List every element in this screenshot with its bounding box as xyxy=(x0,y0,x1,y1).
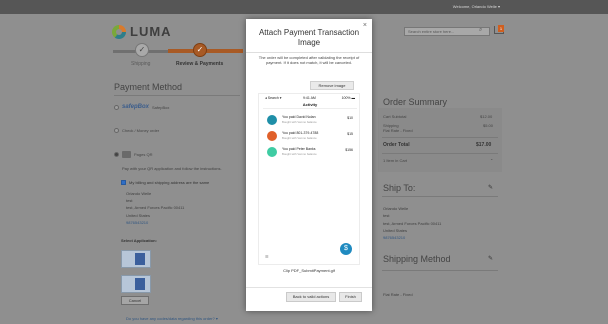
step-shipping-check-icon[interactable]: ✓ xyxy=(135,43,149,57)
transaction-amount: $15 xyxy=(347,132,353,136)
phone-link[interactable]: 9876543210 xyxy=(126,219,184,226)
radio-safepbox[interactable] xyxy=(114,104,119,110)
logo-text: LUMA xyxy=(130,24,172,39)
status-time: 9:41 AM xyxy=(303,96,316,100)
payment-option-safepbox[interactable]: safepBox SafepBox xyxy=(114,104,169,110)
divider xyxy=(382,137,498,138)
edit-shipping-method-icon[interactable]: ✎ xyxy=(488,255,493,262)
step-shipping-label[interactable]: Shipping xyxy=(131,61,150,67)
divider xyxy=(263,108,357,109)
chevron-down-icon[interactable]: ⌄ xyxy=(490,156,493,161)
modal-description: The order will be completed after valida… xyxy=(258,55,360,66)
payment-option-label: Pages QR xyxy=(134,152,153,157)
transaction-name: You paid David Nolan xyxy=(282,115,316,119)
divider xyxy=(382,196,498,197)
same-address-checkbox[interactable]: My billing and shipping address are the … xyxy=(121,180,209,185)
address-line: test xyxy=(126,198,133,204)
checkbox-checked[interactable] xyxy=(121,180,126,185)
shipping-method-value: Flat Rate - Fixed xyxy=(383,292,413,297)
transaction-row: You paid Peter Banks Bought with Venmo b… xyxy=(265,146,357,159)
back-button[interactable]: Back to valid actions xyxy=(286,292,336,302)
phone-status-bar: ◂ Search ▾ 9:41 AM 100% ▬ xyxy=(259,96,361,101)
address-line: test, Armed Forces Pacific 00411 xyxy=(383,220,442,226)
payment-option-pagesqr[interactable]: Pages QR xyxy=(114,151,152,158)
address-line: test xyxy=(383,213,390,219)
step-review-label: Review & Payments xyxy=(176,61,224,67)
avatar xyxy=(267,147,277,157)
divider xyxy=(114,95,240,96)
transaction-sub: Bought with Venmo balance xyxy=(282,152,317,156)
same-address-label: My billing and shipping address are the … xyxy=(129,180,210,185)
pay-fab-icon: $ xyxy=(340,243,352,255)
payment-instruction: Pay with your QR application and follow … xyxy=(122,166,222,171)
address-line: United States xyxy=(383,227,408,233)
attach-payment-modal: × Attach Payment Transaction Image The o… xyxy=(246,19,372,311)
activity-header: Activity xyxy=(302,102,318,107)
cancel-button[interactable]: Cancel xyxy=(121,296,149,305)
checkout-progress-bar xyxy=(113,49,243,53)
cart-count-badge: 1 xyxy=(498,25,504,32)
finish-button[interactable]: Finish xyxy=(339,292,362,302)
store-logo[interactable]: LUMA xyxy=(112,24,172,39)
select-application-label: Select Application: xyxy=(121,238,157,243)
status-battery: 100% ▬ xyxy=(341,96,355,100)
safepbox-logo: safepBox xyxy=(122,104,150,110)
payment-option-label: SafepBox xyxy=(152,104,170,110)
discount-code-link[interactable]: Do you have any codes/data regarding thi… xyxy=(126,316,218,321)
divider xyxy=(382,270,498,271)
address-line: test, Armed Forces Pacific 00411 xyxy=(126,205,185,211)
search-icon[interactable]: ⌕ xyxy=(479,27,482,34)
avatar xyxy=(267,115,277,125)
address-line: United States xyxy=(126,212,151,218)
transaction-row: You paid David Nolan Bought with Venmo b… xyxy=(265,114,357,127)
divider xyxy=(382,153,498,154)
phone-link[interactable]: 9876543210 xyxy=(383,234,441,241)
transaction-name: You paid Peter Banks xyxy=(282,147,316,151)
shipping-value: $5.00 xyxy=(483,123,494,128)
address-line: Orlando Welle xyxy=(126,191,152,196)
ship-to-address: Orlando Welle test test, Armed Forces Pa… xyxy=(383,205,441,241)
transaction-name: You paid 801-379-4788 xyxy=(282,131,319,135)
divider xyxy=(246,287,372,288)
transaction-amount: $156 xyxy=(345,148,353,152)
app-option-2[interactable] xyxy=(121,275,151,293)
payment-option-checkmo[interactable]: Check / Money order xyxy=(114,128,159,133)
transaction-amount: $10 xyxy=(347,116,353,120)
transaction-sub: Bought with Venmo balance xyxy=(282,136,317,140)
transaction-sub: Bought with Venmo balance xyxy=(282,120,317,124)
payment-option-label: Check / Money order xyxy=(122,128,160,133)
billing-address: Orlando Welle test test, Armed Forces Pa… xyxy=(126,190,184,226)
avatar xyxy=(267,131,277,141)
modal-title: Attach Payment Transaction Image xyxy=(258,28,360,47)
app-option-1[interactable] xyxy=(121,250,151,268)
step-review-check-icon: ✓ xyxy=(193,43,207,57)
menu-icon: ☰ xyxy=(265,254,269,259)
items-in-cart-toggle[interactable]: 1 Item in Cart xyxy=(383,158,407,163)
transaction-row: You paid 801-379-4788 Bought with Venmo … xyxy=(265,130,357,143)
top-bar: Welcome, Orlando Welle ▾ xyxy=(0,0,608,14)
payment-method-title: Payment Method xyxy=(114,82,183,92)
card-icon xyxy=(122,151,131,158)
edit-ship-to-icon[interactable]: ✎ xyxy=(488,184,493,191)
radio-checkmo[interactable] xyxy=(114,128,119,133)
luma-logo-icon xyxy=(112,24,126,39)
address-line: Orlando Welle xyxy=(383,206,409,211)
welcome-dropdown[interactable]: Welcome, Orlando Welle ▾ xyxy=(453,4,500,9)
subtotal-label: Cart Subtotal xyxy=(383,114,407,119)
ship-to-title: Ship To: xyxy=(383,183,416,193)
shipping-method-title: Shipping Method xyxy=(383,254,451,264)
search-input[interactable]: Search entire store here... xyxy=(404,27,490,36)
radio-pagesqr[interactable] xyxy=(114,152,119,157)
payment-screenshot-preview: ◂ Search ▾ 9:41 AM 100% ▬ Activity You p… xyxy=(258,93,360,265)
divider xyxy=(246,52,372,53)
status-left: ◂ Search ▾ xyxy=(265,96,282,100)
order-summary-title: Order Summary xyxy=(383,97,448,107)
attached-filename: Clip PDF_SubmitPayment.gif xyxy=(283,268,335,273)
subtotal-value: $12.00 xyxy=(480,114,493,119)
remove-image-button[interactable]: Remove image xyxy=(310,81,354,90)
shipping-method-sub: Flat Rate - Fixed xyxy=(383,128,413,133)
order-total-value: $17.00 xyxy=(476,142,492,148)
order-total-label: Order Total xyxy=(383,142,410,148)
